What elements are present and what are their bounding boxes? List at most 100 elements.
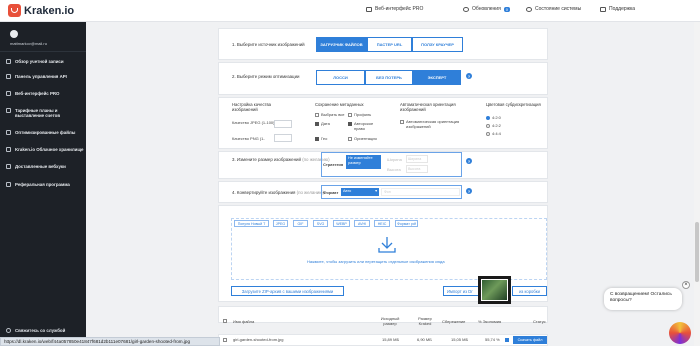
auto-orient-checkbox[interactable] (400, 120, 404, 124)
height-label: Высота (387, 167, 401, 172)
step3-label: 3. Измените размер изображений (по желан… (232, 157, 330, 162)
height-input[interactable]: Высота (406, 165, 428, 173)
step2-label: 2. Выберите режим оптимизации (232, 74, 300, 79)
import-box-button[interactable]: из коробки (512, 286, 547, 296)
import-dropbox-button[interactable]: Импорт из Dr (443, 286, 483, 296)
metadata-title: Сохранение метаданных (315, 102, 364, 107)
sidebar-item-web-pro[interactable]: Веб-интерфейс PRO (0, 91, 59, 96)
format-chip[interactable]: JPEG (273, 220, 288, 227)
col-header: Имя файла (233, 319, 255, 324)
gauge-icon (526, 6, 532, 12)
done-check-icon (505, 338, 509, 342)
sidebar-item-webhooks[interactable]: Доставленные вебхуки (0, 164, 66, 169)
sidebar-item-billing[interactable]: Тарифные планы и выставление счетов (0, 108, 84, 118)
format-chip[interactable]: AVHI (354, 220, 370, 227)
strategy-select[interactable]: Не изменяйте размер (346, 155, 381, 169)
original-size: 15,89 МБ (382, 337, 400, 342)
user-block[interactable]: mattmarkov@mail.ru (0, 22, 86, 52)
chat-launcher-icon[interactable] (669, 322, 691, 344)
nav-web-interface[interactable]: Веб-интерфейс PRO (366, 6, 423, 12)
row-checkbox[interactable] (223, 338, 227, 342)
download-file-button[interactable]: Скачать файл (513, 336, 547, 344)
card-icon (6, 108, 11, 113)
help-icon[interactable]: ? (466, 73, 472, 79)
orientation-checkbox[interactable] (348, 137, 352, 141)
kraken-logo[interactable]: Kraken.io (8, 4, 74, 17)
scrollbar[interactable] (694, 22, 700, 346)
help-icon[interactable]: ? (466, 188, 472, 194)
kraken-logo-icon (8, 4, 21, 17)
tab-expert[interactable]: ЭКСПЕРТ (413, 70, 461, 85)
width-label: Ширина (387, 157, 402, 162)
background-input[interactable]: Фон (381, 188, 460, 196)
code-icon (6, 74, 11, 79)
chevron-down-icon: ▾ (375, 189, 377, 193)
cloud-icon (6, 147, 11, 152)
nav-status-label: Состояние системы (535, 6, 582, 12)
saving-percent: 55,74 % (485, 337, 500, 342)
close-icon: × (684, 282, 688, 288)
nav-web-label: Веб-интерфейс PRO (375, 6, 424, 12)
step4-label: 4. Конвертируйте изображения (по желанию… (232, 190, 325, 195)
format-chip[interactable]: Формат pdf (395, 220, 418, 227)
format-chip[interactable]: SVG (313, 220, 328, 227)
tab-file-uploader[interactable]: ЗАГРУЗЧИК ФАЙЛОВ (316, 37, 367, 52)
sidebar-item-optimized-files[interactable]: Оптимизированные файлы (0, 130, 75, 135)
nav-updates-label: Обновления (472, 6, 501, 12)
nav-status[interactable]: Состояние системы (526, 6, 581, 12)
sidebar-item-overview[interactable]: Обзор учетной записи (0, 59, 64, 64)
col-header: Исходный размер (380, 316, 400, 326)
contact-support[interactable]: Свяжитесь со службой (6, 328, 65, 333)
scrollbar-thumb[interactable] (695, 222, 699, 282)
gift-icon (6, 182, 11, 187)
sidebar-item-referral[interactable]: Реферальная программа (0, 182, 70, 187)
tab-lossless[interactable]: БЕЗ ПОТЕРЬ (365, 70, 413, 85)
kraked-size: 6,90 МБ (417, 337, 432, 342)
jpeg-quality-input[interactable] (274, 120, 292, 128)
format-chip[interactable]: WEBP (333, 220, 350, 227)
col-header: % Экономия (478, 319, 502, 324)
copyright-checkbox[interactable] (348, 122, 352, 126)
bell-icon (463, 6, 469, 12)
image-thumbnail (478, 276, 511, 304)
user-email: mattmarkov@mail.ru (10, 41, 47, 46)
jpeg-quality-label: Качество JPEG (1-100) (232, 120, 275, 125)
chat-close-button[interactable]: × (682, 281, 690, 289)
sidebar: mattmarkov@mail.ru Обзор учетной записи … (0, 22, 86, 337)
upload-zip-button[interactable]: Загрузите ZIP-архив с вашими изображения… (231, 286, 344, 296)
geo-checkbox[interactable] (315, 137, 319, 141)
monitor-icon (6, 91, 11, 96)
status-url: https://dl.kraken.io/web/f44a057850e4184… (0, 337, 220, 346)
support-icon (600, 6, 606, 12)
strategy-label: Стратегия (323, 162, 344, 167)
files-icon (6, 130, 11, 135)
tab-page-cruncher[interactable]: ПОЛЗУ КРАУЧЕР (412, 37, 463, 52)
date-checkbox[interactable] (315, 122, 319, 126)
chroma-420-radio[interactable] (486, 116, 490, 120)
auto-orient-title: Автоматическая ориентация изображений (400, 102, 456, 112)
help-icon[interactable]: ? (466, 158, 472, 164)
format-chip[interactable]: GIF (293, 220, 308, 227)
col-header: Сбережение (442, 319, 466, 324)
tab-lossy[interactable]: ЛОССИ (316, 70, 365, 85)
format-chip[interactable]: Популя Новый Т (234, 220, 269, 227)
avatar (10, 30, 18, 38)
profile-checkbox[interactable] (348, 113, 352, 117)
png-quality-label: Качество PNG (1- (232, 136, 265, 141)
format-select[interactable]: Авто ▾ (341, 188, 379, 196)
sidebar-item-cloud[interactable]: Kraken.io Облачное хранилище (0, 147, 83, 152)
drop-hint: Нажмите, чтобы загрузить или перетащить … (307, 259, 445, 264)
tab-url-paster[interactable]: ПАСТЕР URL (367, 37, 412, 52)
select-all-rows-checkbox[interactable] (223, 319, 227, 323)
png-quality-input[interactable] (274, 134, 292, 142)
chroma-444-radio[interactable] (486, 132, 490, 136)
format-chip[interactable]: HEIC (374, 220, 390, 227)
width-input[interactable]: Ширина (406, 155, 428, 163)
chat-popup[interactable]: С возвращением! Остались вопросы? (604, 288, 682, 310)
select-all-checkbox[interactable] (315, 113, 319, 117)
chat-icon (6, 328, 11, 333)
nav-support[interactable]: Поддержка (600, 6, 635, 12)
sidebar-item-api[interactable]: Панель управления API (0, 74, 67, 79)
chroma-422-radio[interactable] (486, 124, 490, 128)
nav-updates[interactable]: Обновления 0 (463, 6, 511, 12)
